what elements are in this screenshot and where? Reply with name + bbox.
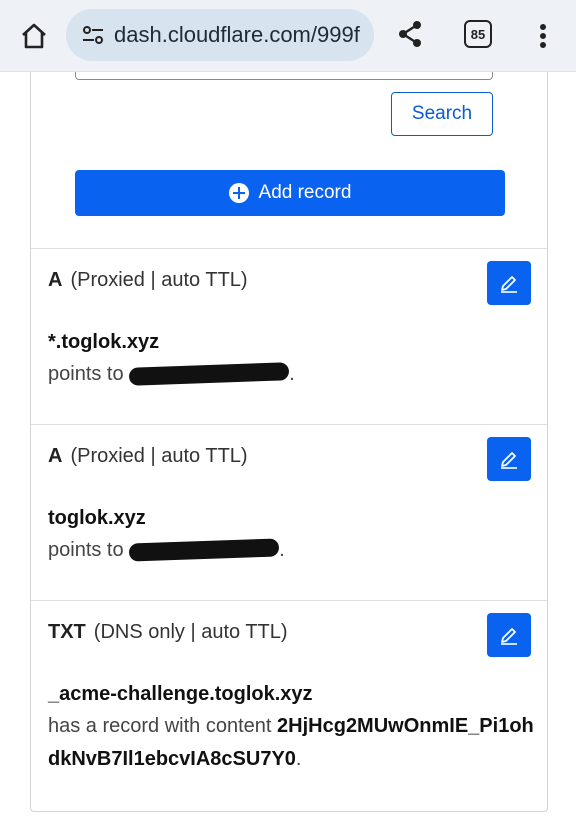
record-value: points to . [48,358,538,391]
edit-record-button[interactable] [487,613,531,657]
record-type: TXT [48,621,86,643]
record-value: has a record with content 2HjHcg2MUwOnmI… [48,710,538,776]
edit-record-button[interactable] [487,437,531,481]
pencil-icon [501,452,517,469]
browser-toolbar: dash.cloudflare.com/999f 85 [0,0,576,72]
search-input[interactable] [75,72,493,80]
record-header: A (Proxied | auto TTL) [48,269,248,292]
search-button[interactable]: Search [391,92,493,136]
plus-circle-icon [228,183,249,203]
add-record-button[interactable]: Add record [75,170,505,216]
record-value-suffix: . [289,363,295,385]
site-settings-icon[interactable] [80,22,106,48]
edit-record-button[interactable] [487,261,531,305]
record-value-suffix: . [279,539,285,561]
dns-record-row: A (Proxied | auto TTL) *.toglok.xyz point… [31,248,547,424]
record-meta: (Proxied | auto TTL) [70,445,248,467]
tab-count: 85 [470,26,486,42]
redacted-value [128,362,290,386]
record-name: *.toglok.xyz [48,331,160,353]
redacted-value [128,538,280,562]
share-icon[interactable] [390,14,430,54]
record-value-prefix: points to [48,539,124,561]
record-type: A [48,269,63,291]
record-meta: (DNS only | auto TTL) [93,621,288,643]
dns-record-row: A (Proxied | auto TTL) toglok.xyz points … [31,424,547,600]
address-bar[interactable]: dash.cloudflare.com/999f [66,9,374,61]
record-value-prefix: has a record with content [48,715,272,737]
home-icon[interactable] [14,16,54,56]
record-name: _acme-challenge.toglok.xyz [48,683,313,705]
record-value-prefix: points to [48,363,124,385]
record-type: A [48,445,63,467]
dns-records-card: Search Add record A (Proxied | auto TTL) … [30,72,548,812]
tab-switcher-button[interactable]: 85 [464,20,492,48]
url-text: dash.cloudflare.com/999f [114,22,360,47]
more-menu-icon[interactable] [528,16,558,56]
record-header: TXT (DNS only | auto TTL) [48,621,288,644]
pencil-icon [501,276,517,293]
record-name: toglok.xyz [48,507,146,529]
record-meta: (Proxied | auto TTL) [70,269,248,291]
record-value-suffix: . [295,748,302,770]
add-record-label: Add record [258,182,352,203]
record-header: A (Proxied | auto TTL) [48,445,248,468]
dns-record-row: TXT (DNS only | auto TTL) _acme-challenge… [31,600,547,810]
record-value: points to . [48,534,538,567]
pencil-icon [501,628,517,645]
